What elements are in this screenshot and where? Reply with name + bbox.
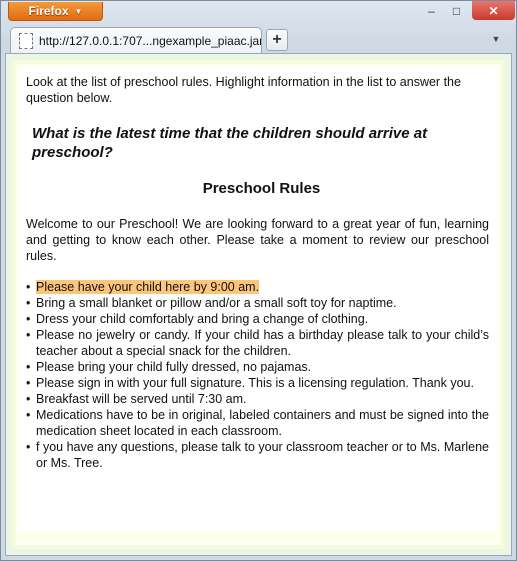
- task-page: Look at the list of preschool rules. Hig…: [20, 68, 497, 531]
- rule-text[interactable]: Please no jewelry or candy. If your chil…: [36, 328, 489, 358]
- rule-text[interactable]: f you have any questions, please talk to…: [36, 440, 489, 470]
- plus-icon: +: [272, 31, 282, 48]
- rule-text[interactable]: Breakfast will be served until 7:30 am.: [36, 392, 247, 406]
- page-icon: [19, 32, 33, 49]
- bullet-icon: •: [26, 392, 31, 406]
- task-instructions: Look at the list of preschool rules. Hig…: [26, 75, 461, 105]
- rule-item[interactable]: • f you have any questions, please talk t…: [26, 439, 489, 471]
- bullet-icon: •: [26, 408, 31, 422]
- bullet-icon: •: [26, 280, 31, 294]
- minimize-button[interactable]: –: [419, 1, 444, 20]
- rule-item[interactable]: • Breakfast will be served until 7:30 am.: [26, 391, 489, 407]
- outer-frame: Look at the list of preschool rules. Hig…: [12, 60, 505, 549]
- rule-item[interactable]: • Dress your child comfortably and bring …: [26, 311, 489, 327]
- welcome-paragraph[interactable]: Welcome to our Preschool! We are looking…: [26, 216, 489, 264]
- maximize-button[interactable]: □: [444, 1, 469, 20]
- bullet-icon: •: [26, 440, 31, 454]
- list-all-tabs-button[interactable]: ▼: [489, 32, 503, 46]
- tab-title: http://127.0.0.1:707...ngexample_piaac.j…: [39, 33, 262, 48]
- rule-text[interactable]: Bring a small blanket or pillow and/or a…: [36, 296, 397, 310]
- rules-list: • Please have your child here by 9:00 am.…: [26, 279, 489, 471]
- firefox-menu-label: Firefox: [28, 4, 69, 18]
- chevron-down-icon: ▼: [74, 6, 83, 16]
- rule-item[interactable]: • Please have your child here by 9:00 am.: [26, 279, 489, 295]
- browser-tab[interactable]: http://127.0.0.1:707...ngexample_piaac.j…: [10, 27, 262, 53]
- new-tab-button[interactable]: +: [266, 29, 288, 51]
- bullet-icon: •: [26, 360, 31, 374]
- rule-text[interactable]: Dress your child comfortably and bring a…: [36, 312, 368, 326]
- bullet-icon: •: [26, 376, 31, 390]
- rule-text[interactable]: Medications have to be in original, labe…: [36, 408, 489, 438]
- document-title: Preschool Rules: [202, 180, 321, 197]
- browser-window: Firefox ▼ – □ ✕ http://127.0.0.1:707...n…: [0, 0, 517, 561]
- rule-item[interactable]: • Medications have to be in original, lab…: [26, 407, 489, 439]
- rule-text[interactable]: Please bring your child fully dressed, n…: [36, 360, 311, 374]
- dropdown-icon: ▼: [491, 34, 501, 44]
- rule-text[interactable]: Please sign in with your full signature.…: [36, 376, 474, 390]
- maximize-icon: □: [452, 3, 461, 18]
- firefox-menu-button[interactable]: Firefox ▼: [8, 2, 103, 21]
- bullet-icon: •: [26, 328, 31, 342]
- rule-item[interactable]: • Please no jewelry or candy. If your chi…: [26, 327, 489, 359]
- content-viewport: Look at the list of preschool rules. Hig…: [5, 53, 512, 556]
- close-icon: ✕: [488, 3, 499, 18]
- rule-item[interactable]: • Please sign in with your full signature…: [26, 375, 489, 391]
- rule-item[interactable]: • Bring a small blanket or pillow and/or …: [26, 295, 489, 311]
- inner-frame: Look at the list of preschool rules. Hig…: [16, 64, 501, 545]
- minimize-icon: –: [428, 3, 435, 18]
- close-window-button[interactable]: ✕: [472, 1, 515, 20]
- rule-item[interactable]: • Please bring your child fully dressed, …: [26, 359, 489, 375]
- bullet-icon: •: [26, 312, 31, 326]
- task-question: What is the latest time that the childre…: [32, 125, 428, 161]
- bullet-icon: •: [26, 296, 31, 310]
- rule-text-highlighted[interactable]: Please have your child here by 9:00 am.: [36, 280, 260, 294]
